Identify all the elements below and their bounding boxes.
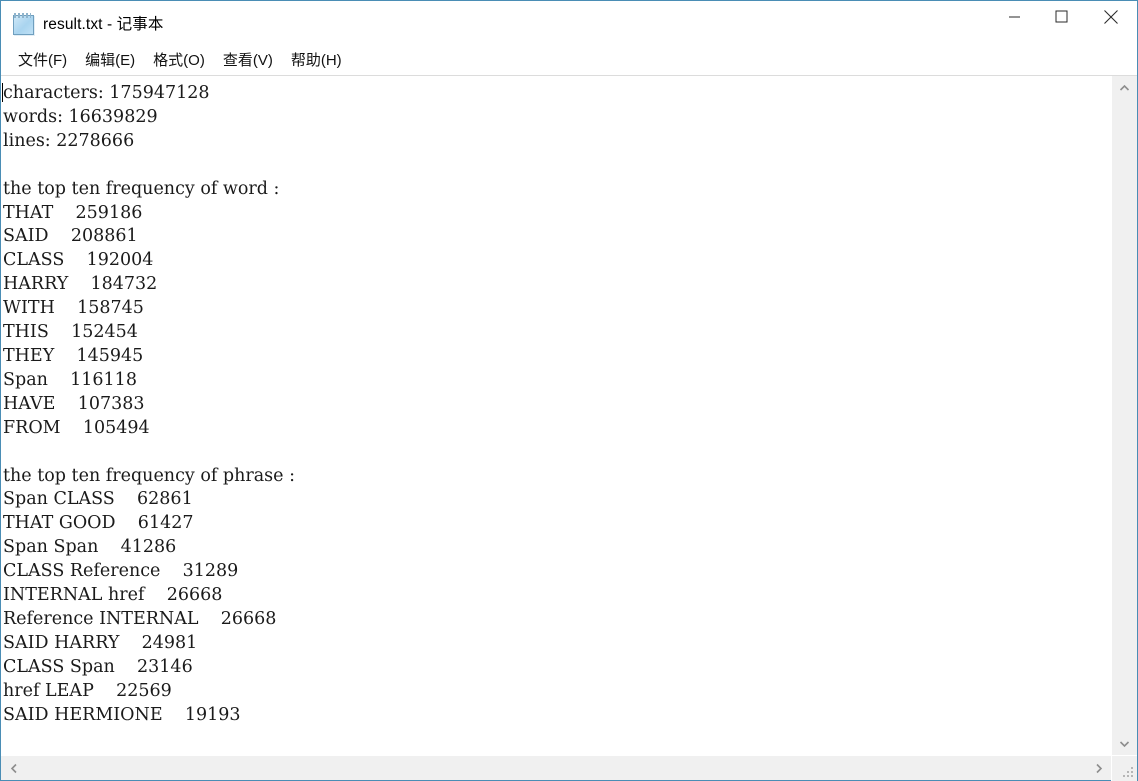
menu-bar: 文件(F) 编辑(E) 格式(O) 查看(V) 帮助(H) (1, 45, 1137, 76)
menu-item-format[interactable]: 格式(O) (144, 47, 214, 73)
menu-item-edit[interactable]: 编辑(E) (76, 47, 144, 73)
minimize-icon (1009, 16, 1020, 17)
editor-row: characters: 175947128 words: 16639829 li… (1, 76, 1137, 755)
chevron-up-icon (1119, 84, 1130, 91)
close-icon (1104, 9, 1118, 24)
menu-item-help[interactable]: 帮助(H) (282, 47, 351, 73)
scroll-up-button[interactable] (1113, 76, 1137, 99)
title-bar[interactable]: result.txt - 记事本 (1, 1, 1137, 45)
caption-buttons (991, 1, 1137, 45)
chevron-right-icon (1095, 763, 1102, 773)
minimize-button[interactable] (991, 1, 1038, 32)
maximize-icon (1055, 10, 1068, 23)
title-bar-left: result.txt - 记事本 (1, 12, 991, 35)
maximize-button[interactable] (1038, 1, 1085, 32)
scroll-down-button[interactable] (1113, 732, 1137, 755)
document-text[interactable]: characters: 175947128 words: 16639829 li… (1, 76, 1111, 727)
horizontal-scrollbar-row (1, 755, 1137, 781)
client-area: characters: 175947128 words: 16639829 li… (1, 76, 1137, 781)
chevron-left-icon (10, 763, 17, 773)
vertical-scrollbar[interactable] (1111, 76, 1137, 755)
text-editor[interactable]: characters: 175947128 words: 16639829 li… (1, 76, 1111, 755)
scroll-right-button[interactable] (1086, 757, 1111, 779)
menu-item-file[interactable]: 文件(F) (9, 47, 76, 73)
close-button[interactable] (1085, 1, 1137, 32)
window-title: result.txt - 记事本 (43, 16, 164, 33)
text-caret (2, 83, 3, 102)
menu-item-view[interactable]: 查看(V) (214, 47, 282, 73)
chevron-down-icon (1119, 740, 1130, 747)
notepad-window: result.txt - 记事本 文件(F) 编辑(E) 格式(O) 查看(V)… (0, 0, 1138, 781)
scroll-left-button[interactable] (1, 757, 26, 779)
horizontal-scrollbar[interactable] (1, 755, 1111, 780)
notepad-icon (12, 12, 34, 35)
resize-grip-icon[interactable] (1111, 755, 1137, 781)
